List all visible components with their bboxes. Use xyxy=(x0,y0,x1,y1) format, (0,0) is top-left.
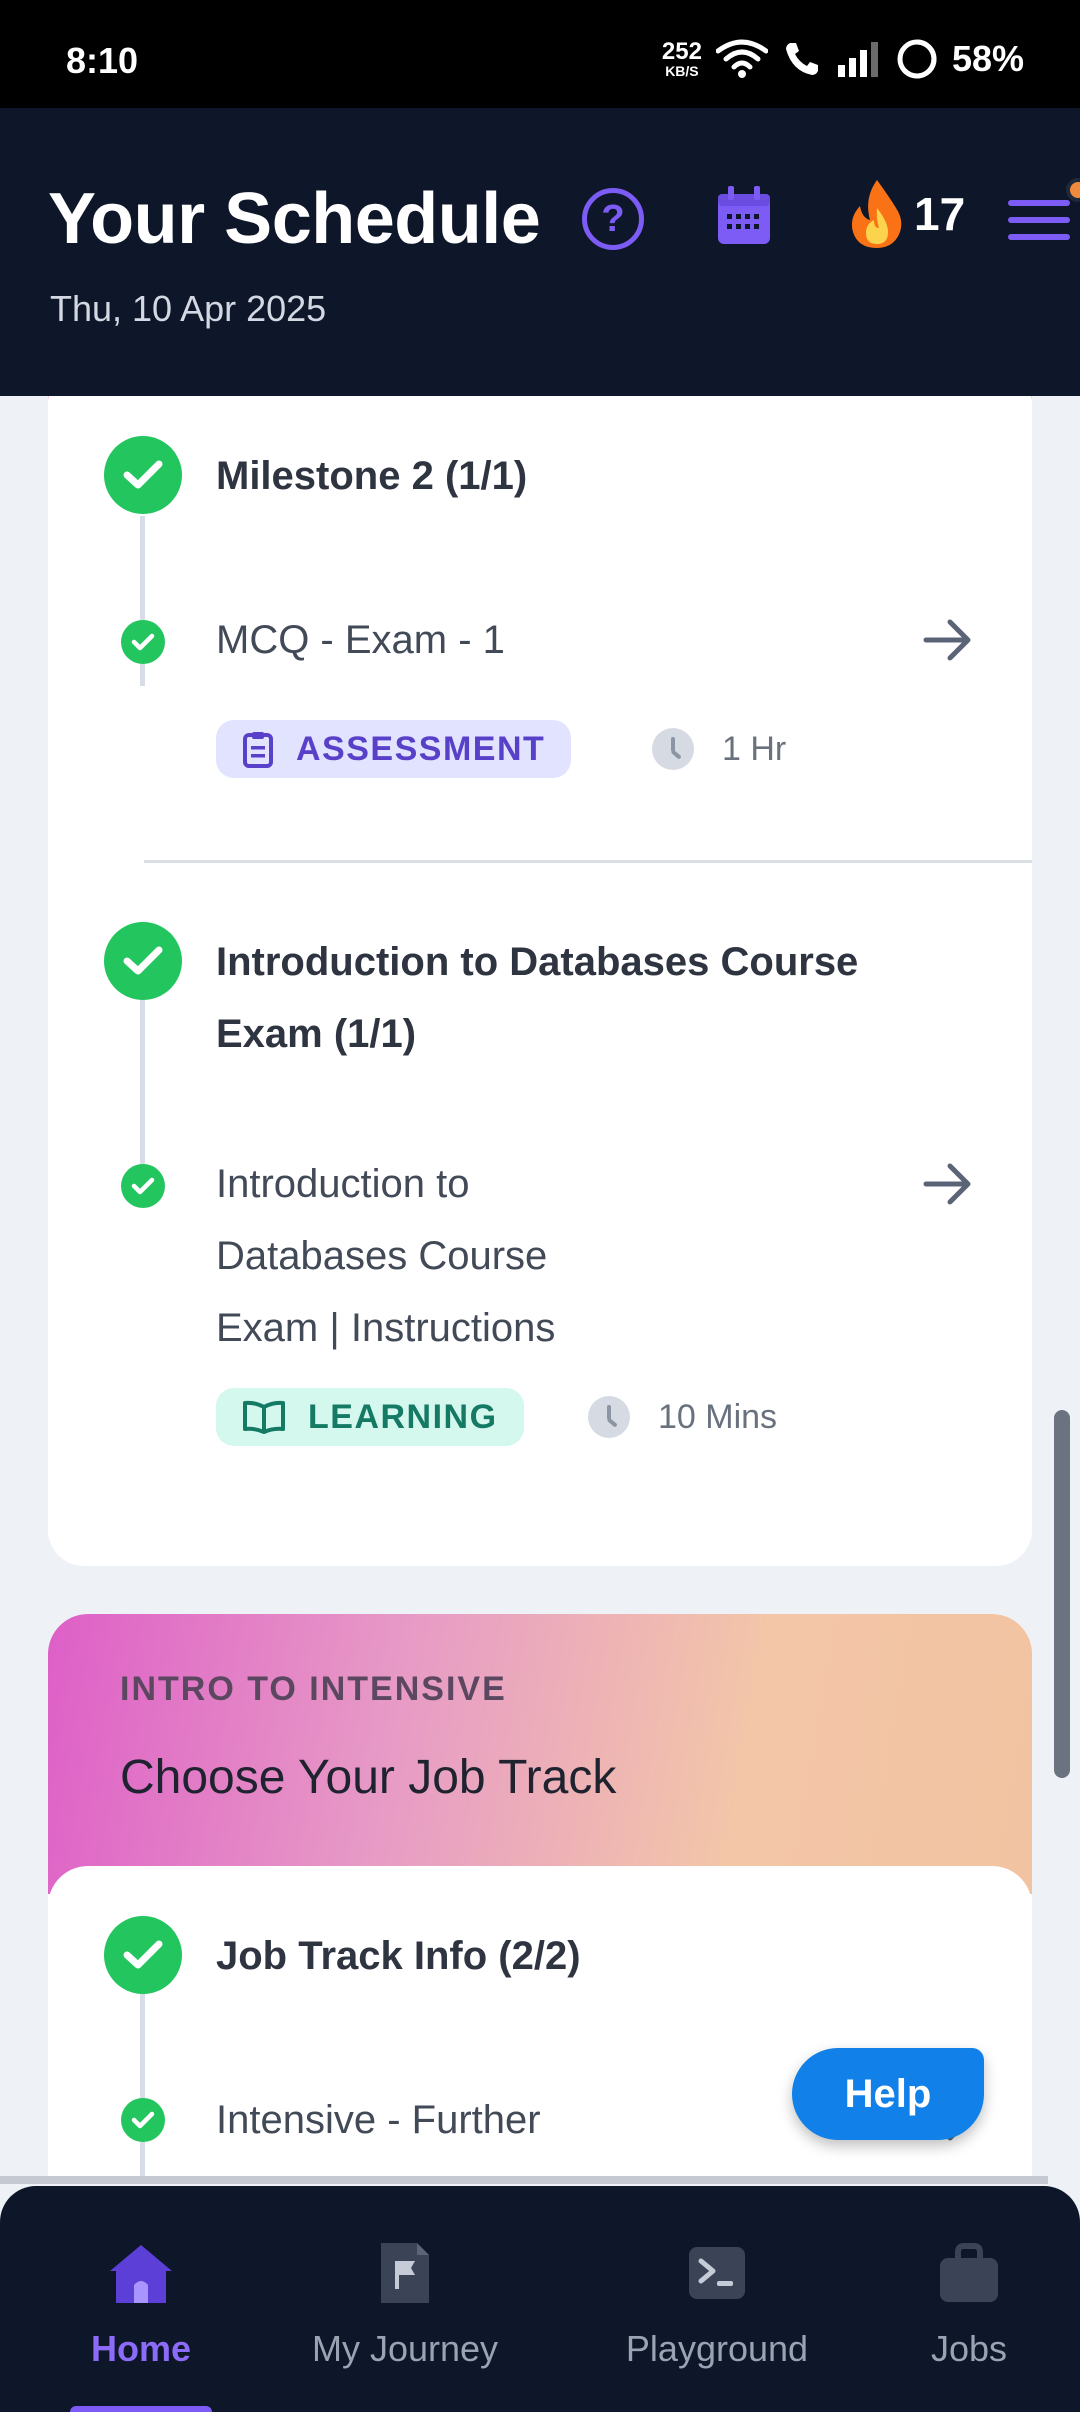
app-header: Your Schedule Thu, 10 Apr 2025 ? 17 xyxy=(0,108,1080,396)
home-icon xyxy=(110,2245,172,2303)
item-complete-icon xyxy=(121,620,165,664)
timeline-line xyxy=(140,1000,145,1180)
item-title-line: Databases Course xyxy=(216,1234,548,1278)
briefcase-icon xyxy=(940,2243,998,2302)
clipboard-icon xyxy=(243,732,273,768)
network-speed-value: 252 xyxy=(661,38,702,65)
nav-my-journey[interactable]: My Journey xyxy=(290,2186,520,2412)
schedule-item-title[interactable]: MCQ - Exam - 1 xyxy=(216,604,505,676)
milestone-title: Milestone 2 (1/1) xyxy=(216,454,528,498)
status-icons: 252 KB/S 58% xyxy=(662,38,1024,80)
wifi-icon xyxy=(715,39,768,78)
vertical-scrollbar[interactable] xyxy=(1054,1410,1070,1778)
bottom-navigation: Home My Journey Playground Jobs xyxy=(0,2186,1080,2412)
item-complete-icon xyxy=(121,1164,165,1208)
battery-icon xyxy=(897,39,937,79)
arrow-right-icon[interactable] xyxy=(922,616,974,664)
item-title-line: Exam | Instructions xyxy=(216,1306,556,1350)
track-kicker: INTRO TO INTENSIVE xyxy=(120,1670,507,1708)
page-title: Your Schedule xyxy=(48,179,541,259)
flag-document-icon xyxy=(381,2243,429,2303)
page-date: Thu, 10 Apr 2025 xyxy=(50,288,327,329)
duration-label: 1 Hr xyxy=(722,729,787,768)
learning-tag: LEARNING xyxy=(216,1388,524,1446)
status-time: 8:10 xyxy=(66,40,139,81)
book-icon xyxy=(243,1400,285,1434)
streak-counter[interactable]: 17 xyxy=(846,178,965,250)
network-speed-unit: KB/S xyxy=(665,63,699,79)
network-speed: 252 KB/S xyxy=(661,38,702,79)
milestone-title-line: Introduction to Databases Course xyxy=(216,940,859,984)
track-heading: Choose Your Job Track xyxy=(120,1751,617,1804)
assessment-tag: ASSESSMENT xyxy=(216,720,572,778)
clock-icon xyxy=(588,1396,630,1438)
divider xyxy=(144,860,1032,863)
battery-percent: 58% xyxy=(951,38,1024,79)
arrow-right-icon[interactable] xyxy=(922,1160,974,1208)
help-question-icon[interactable]: ? xyxy=(582,188,644,250)
horizontal-scrollbar[interactable] xyxy=(0,2176,1048,2184)
nav-jobs-label: Jobs xyxy=(930,2328,1008,2369)
duration: 1 Hr xyxy=(652,728,786,770)
nav-playground-label: Playground xyxy=(625,2328,809,2369)
active-tab-indicator xyxy=(70,2406,212,2412)
schedule-content: Milestone 2 (1/1) MCQ - Exam - 1 ASSESSM… xyxy=(0,396,1080,2184)
milestone-title-line: Exam (1/1) xyxy=(216,1012,417,1056)
help-button[interactable]: Help xyxy=(792,2048,984,2140)
status-bar: 8:10 252 KB/S 58% xyxy=(0,0,1080,108)
clock-icon xyxy=(652,728,694,770)
terminal-icon xyxy=(689,2247,745,2299)
item-complete-icon xyxy=(121,2098,165,2142)
wifi-call-icon xyxy=(785,43,818,75)
milestone-title: Job Track Info (2/2) xyxy=(216,1934,581,1978)
nav-home[interactable]: Home xyxy=(56,2186,226,2412)
course-card: Milestone 2 (1/1) MCQ - Exam - 1 ASSESSM… xyxy=(48,396,1032,1566)
nav-home-label: Home xyxy=(90,2328,192,2369)
milestone-complete-icon xyxy=(104,436,182,514)
track-banner: INTRO TO INTENSIVE Choose Your Job Track xyxy=(48,1614,1032,1894)
duration-label: 10 Mins xyxy=(658,1397,778,1436)
assessment-tag-label: ASSESSMENT xyxy=(296,729,546,768)
calendar-icon[interactable] xyxy=(714,184,774,248)
streak-count: 17 xyxy=(914,188,966,240)
milestone-complete-icon xyxy=(104,1916,182,1994)
schedule-item-title[interactable]: Introduction to Databases Course Exam | … xyxy=(216,1148,555,1364)
nav-my-journey-label: My Journey xyxy=(311,2328,499,2369)
schedule-item-title[interactable]: Intensive - Further xyxy=(216,2084,541,2156)
timeline-line xyxy=(140,1986,145,2184)
duration: 10 Mins xyxy=(588,1396,777,1438)
milestone-complete-icon xyxy=(104,922,182,1000)
nav-jobs[interactable]: Jobs xyxy=(900,2186,1038,2412)
signal-icon xyxy=(837,42,878,77)
notification-dot xyxy=(1066,178,1080,202)
milestone-title: Introduction to Databases Course Exam (1… xyxy=(216,926,858,1070)
learning-tag-label: LEARNING xyxy=(308,1397,498,1436)
menu-icon[interactable] xyxy=(1008,200,1070,251)
nav-playground[interactable]: Playground xyxy=(604,2186,830,2412)
fire-icon xyxy=(851,180,902,248)
item-title-line: Introduction to xyxy=(216,1162,470,1206)
